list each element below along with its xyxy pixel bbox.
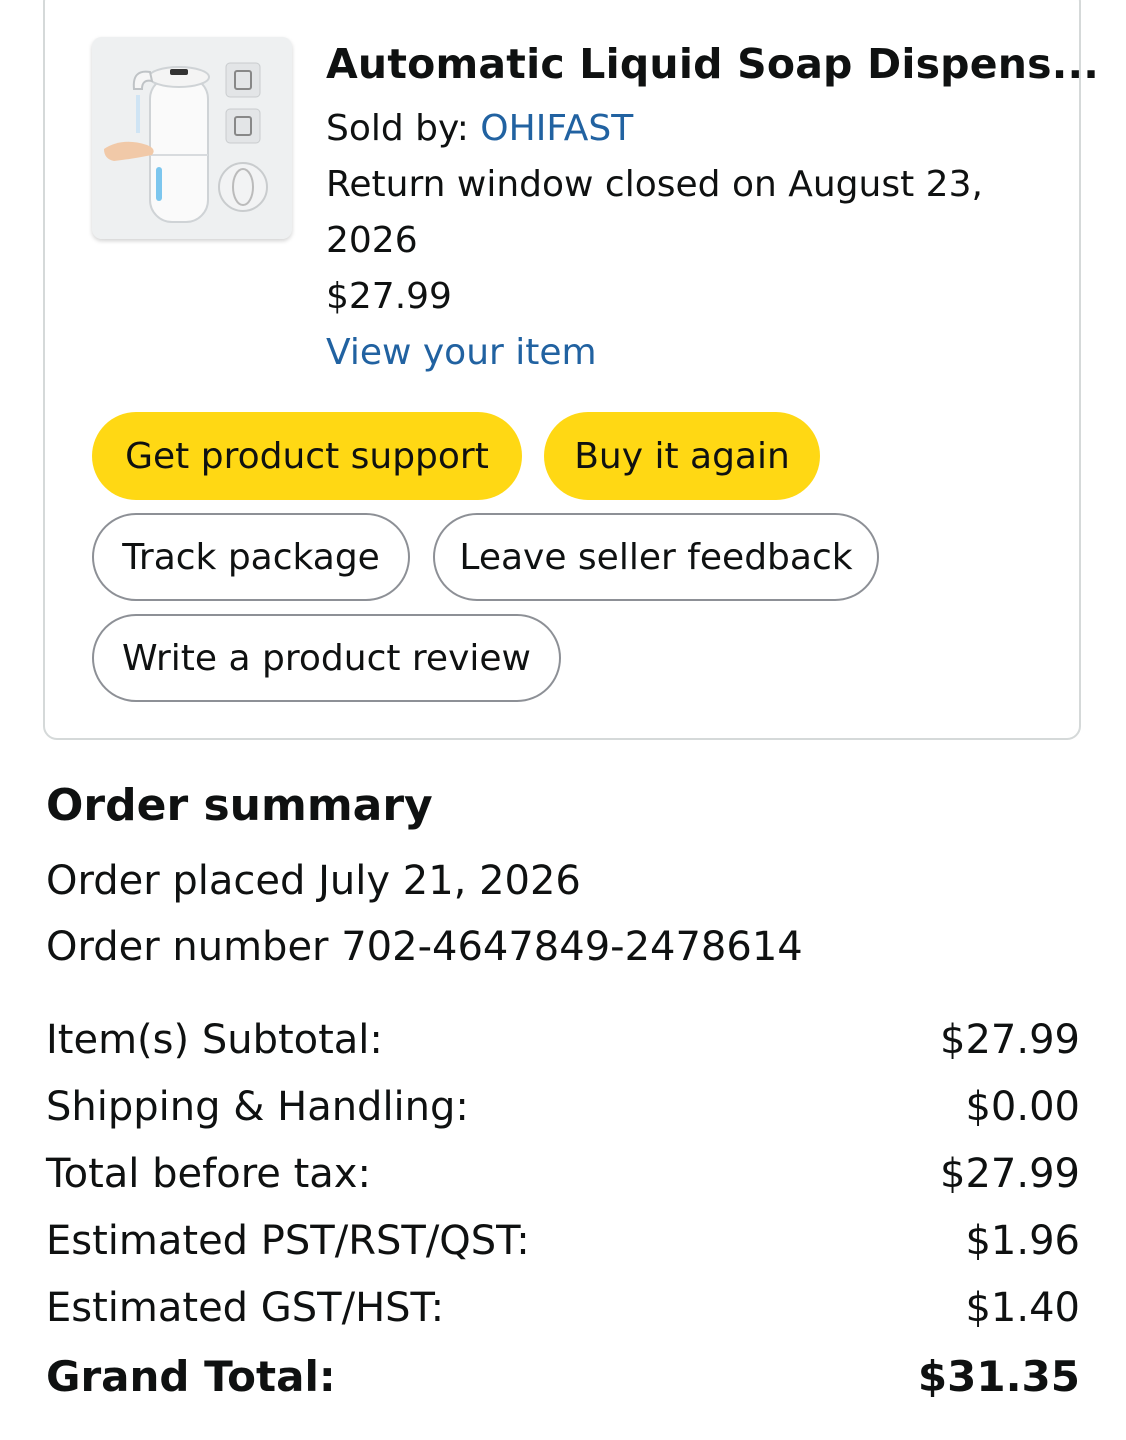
summary-row-value: $1.40 bbox=[965, 1285, 1080, 1331]
summary-row-value: $1.96 bbox=[965, 1218, 1080, 1264]
return-window-year: 2026 bbox=[326, 220, 418, 261]
grand-total-value: $31.35 bbox=[917, 1351, 1080, 1401]
soap-dispenser-icon bbox=[92, 37, 292, 239]
grand-total-label: Grand Total: bbox=[46, 1351, 336, 1401]
seller-link[interactable]: OHIFAST bbox=[480, 108, 633, 149]
summary-row-label: Total before tax: bbox=[46, 1151, 371, 1197]
buy-it-again-button[interactable]: Buy it again bbox=[544, 412, 820, 500]
item-price: $27.99 bbox=[326, 276, 452, 317]
get-product-support-button[interactable]: Get product support bbox=[92, 412, 522, 500]
product-title[interactable]: Automatic Liquid Soap Dispens... bbox=[326, 40, 1099, 88]
summary-row-label: Estimated PST/RST/QST: bbox=[46, 1218, 530, 1264]
summary-row-total-before-tax: Total before tax: $27.99 bbox=[46, 1144, 1080, 1204]
view-item-link[interactable]: View your item bbox=[326, 332, 597, 373]
summary-row-gst: Estimated GST/HST: $1.40 bbox=[46, 1278, 1080, 1338]
summary-row-subtotal: Item(s) Subtotal: $27.99 bbox=[46, 1010, 1080, 1070]
track-package-button[interactable]: Track package bbox=[92, 513, 410, 601]
write-product-review-button[interactable]: Write a product review bbox=[92, 614, 561, 702]
order-summary-heading: Order summary bbox=[46, 780, 433, 831]
leave-seller-feedback-button[interactable]: Leave seller feedback bbox=[433, 513, 879, 601]
order-placed-date: Order placed July 21, 2026 bbox=[46, 858, 581, 904]
summary-row-pst: Estimated PST/RST/QST: $1.96 bbox=[46, 1211, 1080, 1271]
return-window-text: Return window closed on August 23, bbox=[326, 164, 983, 205]
summary-row-label: Estimated GST/HST: bbox=[46, 1285, 445, 1331]
summary-row-label: Shipping & Handling: bbox=[46, 1084, 469, 1130]
order-number: Order number 702-4647849-2478614 bbox=[46, 924, 803, 970]
summary-row-value: $27.99 bbox=[940, 1017, 1080, 1063]
summary-row-value: $0.00 bbox=[965, 1084, 1080, 1130]
summary-row-shipping: Shipping & Handling: $0.00 bbox=[46, 1077, 1080, 1137]
summary-row-value: $27.99 bbox=[940, 1151, 1080, 1197]
summary-row-label: Item(s) Subtotal: bbox=[46, 1017, 383, 1063]
sold-by-line: Sold by: OHIFAST bbox=[326, 108, 633, 149]
summary-row-grand-total: Grand Total: $31.35 bbox=[46, 1346, 1080, 1406]
sold-by-label: Sold by: bbox=[326, 108, 469, 149]
product-image[interactable] bbox=[92, 37, 292, 239]
